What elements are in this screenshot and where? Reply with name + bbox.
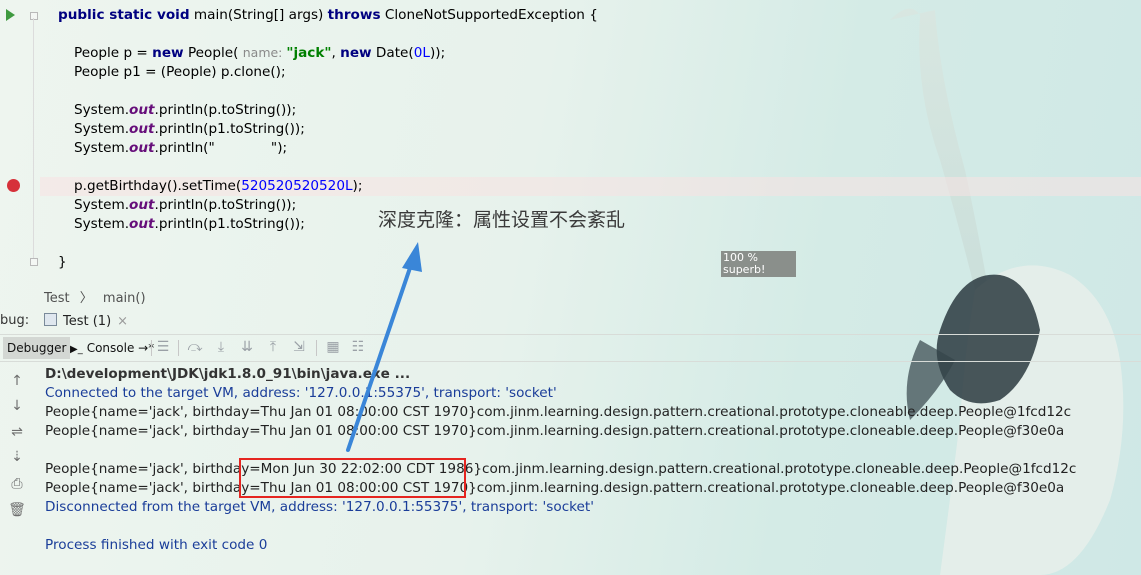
code-text: .println(" [154,140,215,156]
code-line-println[interactable]: System.out.println(p1.toString()); [74,121,305,137]
step-over-icon[interactable]: ⤼ [187,339,203,355]
code-text: main(String[] args) [189,7,328,23]
step-into-icon[interactable]: ⤓ [213,339,229,355]
code-text: ); [277,140,288,156]
toolbar-separator [316,340,317,356]
code-line-method-signature[interactable]: public static void main(String[] args) t… [58,7,598,23]
editor-gutter[interactable] [0,0,44,283]
string-literal: "jack" [286,45,332,61]
arrow-down-icon[interactable]: ↓ [8,398,26,414]
arrow-up-icon[interactable]: ↑ [8,373,26,389]
evaluate-expression-icon[interactable]: ▦ [325,339,341,355]
step-out-icon[interactable]: ⤒ [265,339,281,355]
breadcrumb-separator: 〉 [79,291,93,306]
debug-tab-bar: bug: Test (1) × [0,310,1141,334]
code-line-closing-brace[interactable]: } [58,254,67,270]
code-line-new-people[interactable]: People p = new People( name: "jack", new… [74,45,445,61]
annotation-text: 深度克隆：属性设置不会紊乱 [378,209,626,231]
code-text: CloneNotSupportedException { [380,7,598,23]
code-text: System. [74,216,130,232]
code-line-println[interactable]: System.out.println(p.toString()); [74,197,296,213]
breakpoint-icon[interactable] [7,179,20,192]
code-text: .println(p1.toString()); [154,216,305,232]
code-text: .println(p.toString()); [154,102,297,118]
fold-icon[interactable] [30,12,38,20]
number-literal: 0L [413,45,430,61]
static-field: out [129,102,155,118]
console-output-line: People{name='jack', birthday=Mon Jun 30 … [45,461,1077,477]
console-output-line: People{name='jack', birthday=Thu Jan 01 … [45,423,1065,439]
tab-debugger[interactable]: Debugger [3,337,71,359]
parameter-hint: name: [242,45,287,60]
keyword: new [152,45,184,61]
static-field: out [129,140,155,156]
static-field: out [129,121,155,137]
run-arrow-icon[interactable] [6,9,15,21]
threads-icon[interactable]: ☷ [350,339,366,355]
tab-console-label: Console [86,341,135,355]
code-text: System. [74,197,130,213]
code-text: People p = [74,45,153,61]
debug-toolbar: Debugger ▶_ Console →* ☰ ⤼ ⤓ ⇊ ⤒ ⇲ ▦ ☷ [0,334,1141,362]
force-step-into-icon[interactable]: ⇊ [239,339,255,355]
tab-test-run[interactable]: Test (1) × [44,313,128,329]
code-text: System. [74,121,130,137]
code-text: )); [429,45,446,61]
console-exit-line: Process finished with exit code 0 [45,537,268,553]
code-text: ); [352,178,363,194]
code-text: Date( [371,45,414,61]
run-to-cursor-icon[interactable]: ⇲ [291,339,307,355]
console-command-line: D:\development\JDK\jdk1.8.0_91\bin\java.… [45,366,411,382]
code-text: System. [74,102,130,118]
fold-icon[interactable] [30,258,38,266]
console-output-line: People{name='jack', birthday=Thu Jan 01 … [45,404,1072,420]
code-line-println[interactable]: System.out.println(p1.toString()); [74,216,305,232]
terminal-icon: ▶_ [70,344,83,355]
code-text: .println(p.toString()); [154,197,297,213]
soft-wrap-icon[interactable]: ⇌ [8,424,26,440]
console-output-line: People{name='jack', birthday=Thu Jan 01 … [45,480,1065,496]
code-text: p.getBirthday().setTime( [74,178,242,194]
static-field: out [129,216,155,232]
close-icon[interactable]: × [117,314,128,329]
toolbar-separator [151,340,152,356]
badge-line: superb! [723,263,766,276]
keyword: public static void [58,7,190,23]
code-line-settime[interactable]: p.getBirthday().setTime(520520520520L); [74,178,362,194]
code-text: System. [74,140,130,156]
code-line-println[interactable]: System.out.println(p.toString()); [74,102,296,118]
trash-icon[interactable]: 🗑 [8,502,26,518]
number-literal: 520520520520L [241,178,353,194]
debug-label: bug: [0,313,30,328]
run-config-icon [44,313,57,326]
breadcrumb-item-method[interactable]: main() [103,291,146,306]
breadcrumb: Test 〉 main() [44,287,152,306]
print-icon[interactable]: ⎙ [8,476,26,492]
console-info-line: Connected to the target VM, address: '12… [45,385,557,401]
scroll-to-end-icon[interactable]: ⇣ [8,449,26,465]
breadcrumb-item-class[interactable]: Test [44,291,70,306]
code-line-println[interactable]: System.out.println(" "); [74,140,287,156]
tab-console[interactable]: ▶_ Console →* [70,337,154,359]
toolbar-separator [178,340,179,356]
code-text: People( [183,45,243,61]
keyword: throws [327,7,381,23]
code-line-clone[interactable]: People p1 = (People) p.clone(); [74,64,286,80]
code-text: .println(p1.toString()); [154,121,305,137]
code-editor[interactable]: public static void main(String[] args) t… [0,0,1141,283]
menu-lines-icon[interactable]: ☰ [155,339,171,355]
gutter-divider [33,18,34,263]
tab-label: Test (1) [63,314,112,329]
highlight-box [239,458,466,498]
static-field: out [129,197,155,213]
code-text: , [331,45,341,61]
overlay-badge: 100 % superb! [721,251,796,277]
keyword: new [340,45,372,61]
console-info-line: Disconnected from the target VM, address… [45,499,594,515]
string-literal: " [214,140,278,156]
